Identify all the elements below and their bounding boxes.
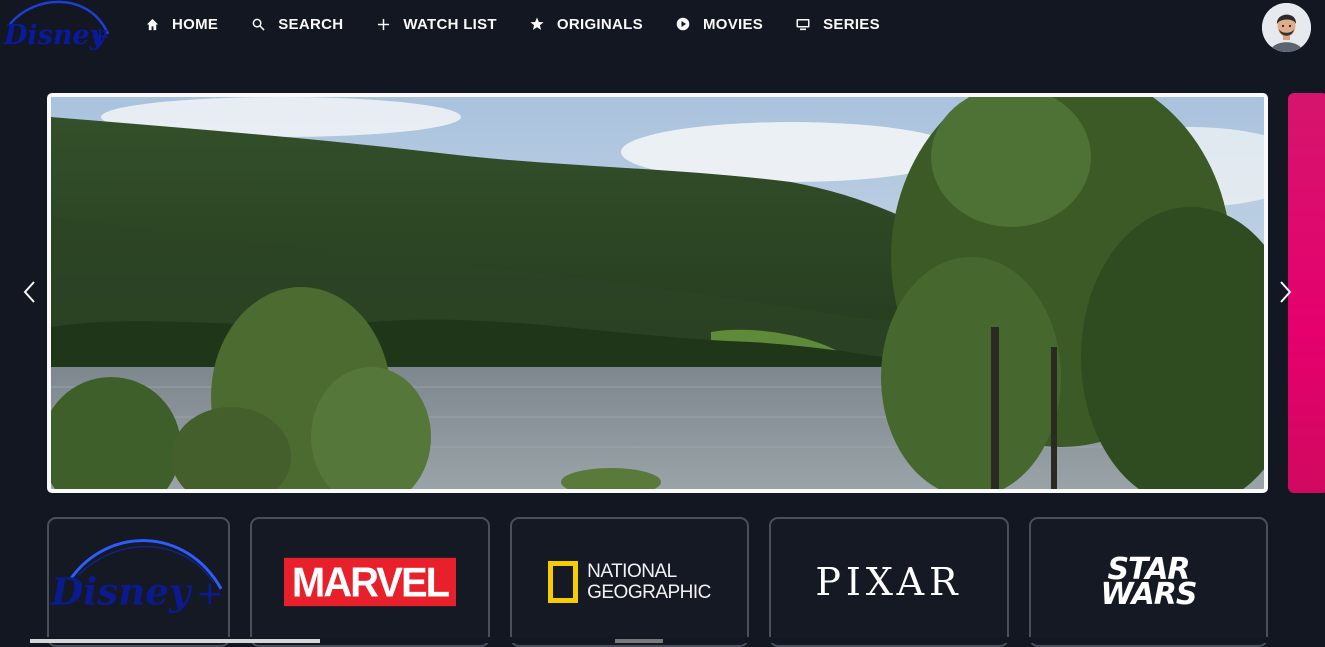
nav-originals[interactable]: ORIGINALS	[530, 14, 643, 34]
nav-movies-label: MOVIES	[702, 15, 764, 33]
header: Disney + HOME SEARCH WATCH LIST ORIGINAL…	[0, 0, 1325, 70]
nav-home[interactable]: HOME	[145, 14, 218, 34]
nav-movies[interactable]: MOVIES	[676, 14, 763, 34]
brand-tiles: Disney + MARVEL NATIONAL GEOGRAPHIC PIXA…	[47, 517, 1268, 647]
horizontal-scrollbar[interactable]	[0, 637, 1325, 643]
svg-text:+: +	[90, 22, 110, 50]
nav-originals-label: ORIGINALS	[556, 15, 643, 33]
brand-tile-marvel[interactable]: MARVEL	[250, 517, 490, 647]
star-wars-logo: STAR WARS	[1100, 555, 1198, 612]
nav-watchlist-label: WATCH LIST	[403, 15, 497, 33]
plus-icon	[376, 17, 390, 31]
tv-icon	[796, 17, 810, 31]
chevron-left-icon	[23, 281, 35, 303]
marvel-logo: MARVEL	[283, 557, 457, 607]
brand-tile-disney[interactable]: Disney +	[47, 517, 230, 647]
chevron-right-icon	[1280, 281, 1292, 303]
play-icon	[676, 17, 690, 31]
pixar-logo: PIXAR	[815, 560, 963, 604]
hero-slide[interactable]	[47, 93, 1268, 493]
home-icon	[145, 17, 159, 31]
svg-text:+: +	[196, 573, 224, 612]
nav-watchlist[interactable]: WATCH LIST	[376, 14, 497, 34]
disney-plus-logo[interactable]: Disney +	[0, 0, 120, 64]
brand-tile-national-geographic[interactable]: NATIONAL GEOGRAPHIC	[510, 517, 749, 647]
nav-search-label: SEARCH	[278, 15, 344, 33]
carousel-prev-button[interactable]	[20, 279, 40, 305]
user-avatar[interactable]	[1262, 3, 1311, 52]
nav-home-label: HOME	[172, 15, 219, 33]
natgeo-line2: GEOGRAPHIC	[587, 582, 711, 603]
nav-search[interactable]: SEARCH	[251, 14, 343, 34]
scrollbar-thumb-secondary[interactable]	[615, 639, 663, 643]
carousel-next-button[interactable]	[1275, 279, 1295, 305]
nav-series[interactable]: SERIES	[796, 14, 880, 34]
national-geographic-logo: NATIONAL GEOGRAPHIC	[548, 561, 711, 603]
star-wars-line2: WARS	[1100, 577, 1198, 612]
brand-tile-star-wars[interactable]: STAR WARS	[1029, 517, 1268, 647]
scrollbar-thumb[interactable]	[30, 639, 320, 643]
nav-series-label: SERIES	[823, 15, 880, 33]
hero-carousel	[0, 93, 1325, 493]
yellow-frame-icon	[548, 561, 579, 603]
star-icon	[530, 17, 544, 31]
search-icon	[251, 17, 265, 31]
brand-tile-pixar[interactable]: PIXAR	[769, 517, 1009, 647]
disney-brand-text: Disney	[50, 569, 193, 613]
natgeo-line1: NATIONAL	[587, 561, 677, 582]
disney-plus-brand-logo: Disney +	[50, 539, 224, 613]
main-nav: HOME SEARCH WATCH LIST ORIGINALS MOVIES	[145, 14, 913, 34]
